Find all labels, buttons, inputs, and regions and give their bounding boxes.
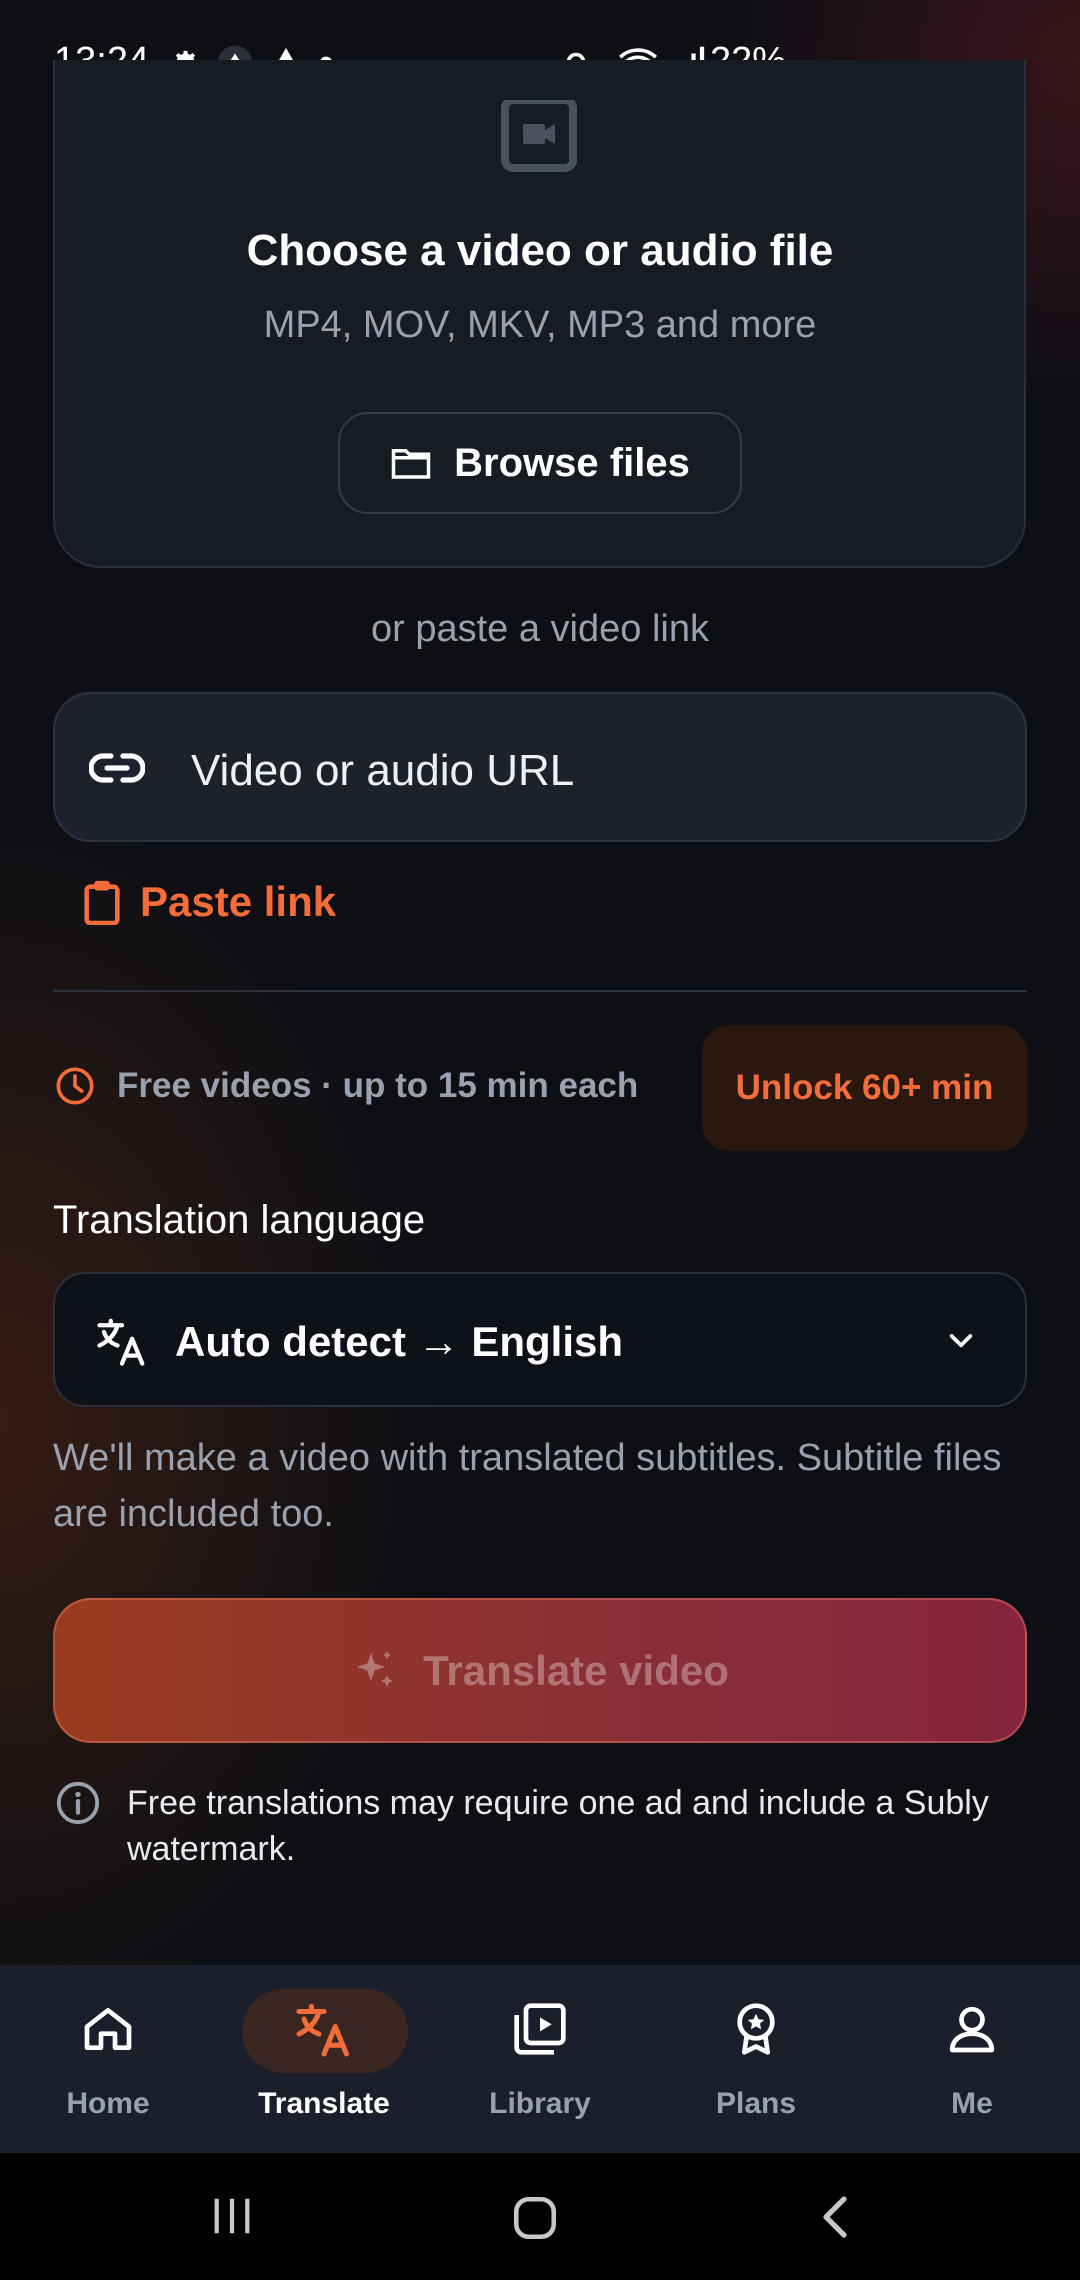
- browse-files-button[interactable]: Browse files: [338, 412, 742, 514]
- nav-library[interactable]: Library: [432, 1965, 648, 2153]
- translate-nav-icon: [296, 2004, 349, 2057]
- translation-description: We'll make a video with translated subti…: [53, 1437, 1002, 1535]
- folder-icon: [391, 449, 431, 479]
- translate-video-button[interactable]: Translate video: [53, 1598, 1027, 1743]
- translate-video-label: Translate video: [423, 1646, 729, 1694]
- plans-icon: [737, 2003, 775, 2055]
- free-limit-info: Free videos · up to 15 min each: [55, 1066, 638, 1106]
- paste-link-button[interactable]: Paste link: [82, 878, 336, 926]
- chevron-down-icon: [949, 1334, 973, 1348]
- nav-home-label: Home: [66, 2087, 150, 2120]
- nav-me[interactable]: Me: [864, 1965, 1080, 2153]
- or-paste-text: or paste a video link: [371, 608, 709, 650]
- divider: [53, 990, 1027, 992]
- browse-files-label: Browse files: [454, 440, 690, 485]
- translate-icon: [97, 1318, 145, 1366]
- link-icon: [89, 753, 145, 783]
- back-icon: [823, 2196, 847, 2238]
- home-icon: [84, 2008, 132, 2050]
- clock-icon: [56, 1067, 94, 1105]
- upload-formats: MP4, MOV, MKV, MP3 and more: [263, 304, 817, 346]
- library-icon: [514, 2003, 566, 2055]
- back-button[interactable]: [816, 2193, 856, 2246]
- home-button-icon: [513, 2196, 557, 2240]
- nav-me-label: Me: [951, 2087, 993, 2120]
- recent-apps-icon: [214, 2198, 250, 2234]
- clipboard-icon: [84, 880, 120, 925]
- recent-apps-button[interactable]: [208, 2193, 256, 2244]
- nav-library-label: Library: [489, 2087, 591, 2120]
- profile-icon: [949, 2006, 995, 2053]
- system-navigation-bar: [0, 2153, 1080, 2280]
- nav-home[interactable]: Home: [0, 1965, 216, 2153]
- translation-language-label: Translation language: [53, 1198, 426, 1242]
- video-file-icon: [501, 100, 577, 172]
- unlock-label: Unlock 60+ min: [735, 1068, 994, 1107]
- translation-language-select[interactable]: Auto detect → English: [53, 1272, 1027, 1407]
- free-limit-text: Free videos · up to 15 min each: [117, 1066, 639, 1105]
- info-icon: [56, 1781, 100, 1825]
- nav-translate-label: Translate: [258, 2087, 390, 2120]
- unlock-longer-videos-button[interactable]: Unlock 60+ min: [702, 1025, 1027, 1151]
- nav-plans-label: Plans: [715, 2087, 797, 2120]
- url-placeholder: Video or audio URL: [191, 746, 575, 795]
- nav-translate[interactable]: Translate: [216, 1965, 432, 2153]
- upload-title: Choose a video or audio file: [246, 226, 834, 275]
- bottom-navigation: Home Translate Library Plans Me: [0, 1965, 1080, 2153]
- sparkle-icon: [357, 1650, 394, 1687]
- nav-plans[interactable]: Plans: [648, 1965, 864, 2153]
- watermark-notice: Free translations may require one ad and…: [55, 1780, 1007, 1872]
- selected-language: Auto detect → English: [175, 1318, 624, 1365]
- paste-link-label: Paste link: [140, 878, 337, 925]
- home-system-button[interactable]: [510, 2193, 560, 2248]
- video-url-input[interactable]: Video or audio URL: [53, 692, 1027, 842]
- watermark-notice-text: Free translations may require one ad and…: [127, 1784, 989, 1868]
